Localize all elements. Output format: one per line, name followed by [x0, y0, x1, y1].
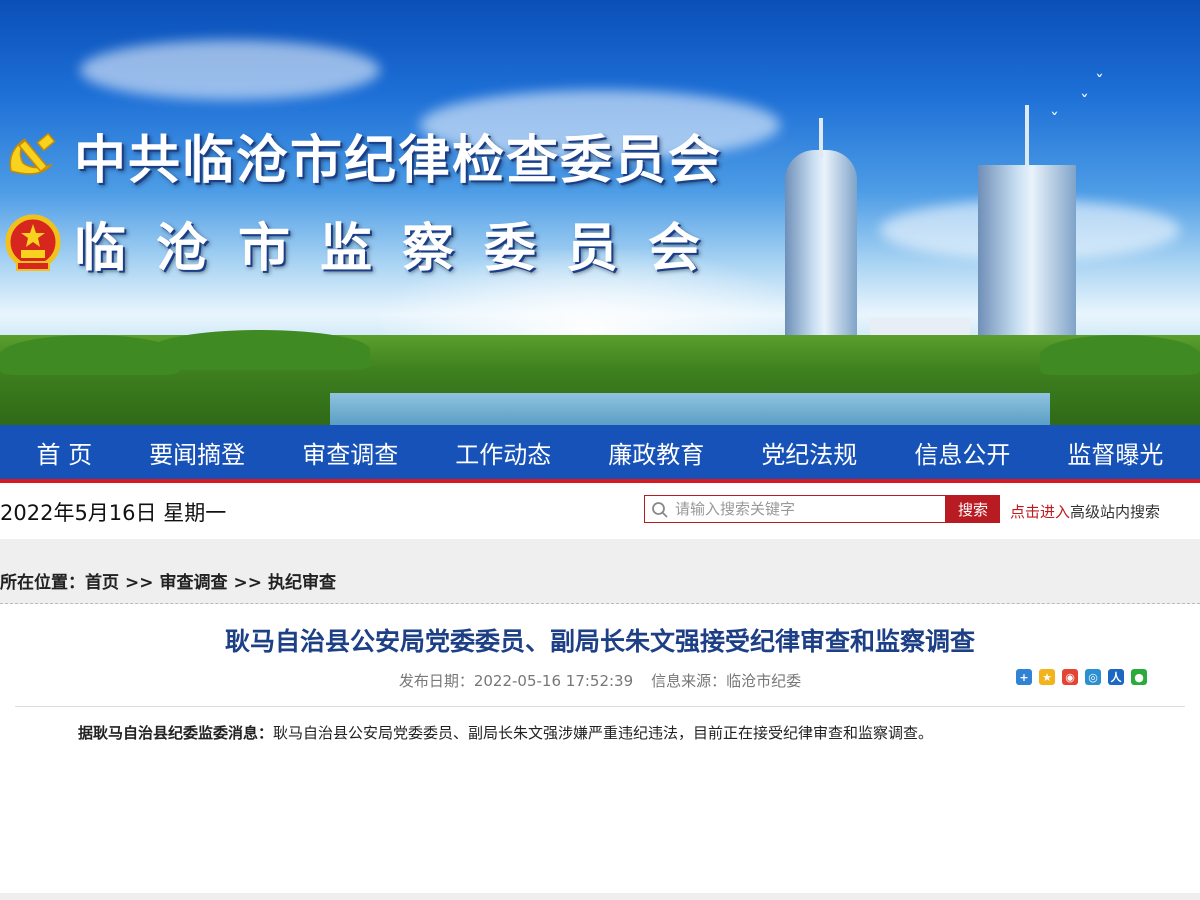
- tencent-weibo-icon[interactable]: ◎: [1085, 669, 1101, 685]
- breadcrumb-separator: >>: [125, 573, 154, 593]
- article-title: 耿马自治县公安局党委委员、副局长朱文强接受纪律审查和监察调查: [224, 627, 975, 656]
- footer-strip: [0, 893, 1200, 900]
- breadcrumb-home-link[interactable]: 首页: [85, 573, 119, 593]
- banner-title-line-2: 临沧市监察委员会: [74, 218, 731, 279]
- breadcrumb-separator: >>: [233, 573, 263, 593]
- search-input[interactable]: [675, 498, 940, 520]
- nav-item-home[interactable]: 首 页: [37, 435, 93, 470]
- tower-spire: [1025, 105, 1029, 167]
- advanced-search-enter-link[interactable]: 点击进入: [1010, 503, 1070, 521]
- banner-title-row-2: 临沧市监察委员会: [0, 206, 730, 281]
- banner-trees: [150, 330, 370, 370]
- banner-title-line-1: 中共临沧市纪律检查委员会: [74, 130, 723, 191]
- bird-icon: ˇ: [1050, 110, 1059, 131]
- article-body: 据耿马自治县纪委监委消息：耿马自治县公安局党委委员、副局长朱文强涉嫌严重违纪违法…: [78, 722, 933, 743]
- weibo-icon[interactable]: ◉: [1062, 669, 1078, 685]
- nav-item-info-disclosure[interactable]: 信息公开: [914, 435, 1010, 470]
- breadcrumb-label: 所在位置：: [0, 573, 85, 593]
- site-banner: ˇ ˇ ˇ 中共临沧市纪律检查委员会 临沧市监察委员会: [0, 0, 1200, 425]
- breadcrumb: 所在位置：首页 >> 审查调查 >> 执纪审查: [0, 568, 336, 593]
- info-source: 信息来源：临沧市纪委: [651, 672, 802, 690]
- article: 耿马自治县公安局党委委员、副局长朱文强接受纪律审查和监察调查 发布日期：2022…: [0, 604, 1200, 894]
- national-emblem-icon: [0, 211, 66, 277]
- banner-lake: [330, 393, 1050, 425]
- article-body-text: 耿马自治县公安局党委委员、副局长朱文强涉嫌严重违纪违法，目前正在接受纪律审查和监…: [273, 724, 934, 742]
- current-date: 2022年5月16日 星期一: [0, 501, 227, 525]
- article-lead: 据耿马自治县纪委监委消息：: [78, 724, 274, 742]
- renren-icon[interactable]: 人: [1108, 669, 1124, 685]
- nav-item-supervision-exposure[interactable]: 监督曝光: [1067, 435, 1163, 470]
- banner-title-row-1: 中共临沧市纪律检查委员会: [0, 118, 722, 193]
- nav-item-investigation[interactable]: 审查调查: [302, 435, 398, 470]
- nav-item-integrity-education[interactable]: 廉政教育: [608, 435, 704, 470]
- bird-icon: ˇ: [1080, 92, 1089, 113]
- share-more-icon[interactable]: +: [1016, 669, 1032, 685]
- search-icon: [652, 502, 668, 518]
- banner-trees: [1040, 335, 1200, 375]
- breadcrumb-investigation-link[interactable]: 审查调查: [160, 573, 228, 593]
- tower-building-left: [785, 150, 857, 365]
- wechat-icon[interactable]: ●: [1131, 669, 1147, 685]
- banner-cloud: [80, 40, 380, 100]
- nav-item-party-regulations[interactable]: 党纪法规: [761, 435, 857, 470]
- bird-icon: ˇ: [1095, 72, 1104, 93]
- breadcrumb-discipline-review-link[interactable]: 执纪审查: [268, 573, 336, 593]
- advanced-search-link: 点击进入高级站内搜索: [1010, 501, 1160, 522]
- breadcrumb-bar: 所在位置：首页 >> 审查调查 >> 执纪审查: [0, 539, 1200, 604]
- party-emblem-icon: [0, 123, 66, 189]
- tower-spire: [819, 118, 823, 158]
- nav-item-work-updates[interactable]: 工作动态: [455, 435, 551, 470]
- share-toolbar: + ★ ◉ ◎ 人 ●: [1016, 669, 1147, 685]
- info-bar: 2022年5月16日 星期一 搜索 点击进入高级站内搜索: [0, 483, 1200, 539]
- search-box: [644, 495, 946, 523]
- nav-item-news-digest[interactable]: 要闻摘登: [149, 435, 245, 470]
- search-button[interactable]: 搜索: [946, 495, 1000, 523]
- main-nav: 首 页 要闻摘登 审查调查 工作动态 廉政教育 党纪法规 信息公开 监督曝光: [0, 425, 1200, 483]
- qzone-icon[interactable]: ★: [1039, 669, 1055, 685]
- article-divider: [15, 706, 1185, 707]
- advanced-search-label: 高级站内搜索: [1070, 503, 1161, 521]
- publish-date: 发布日期：2022-05-16 17:52:39: [398, 672, 634, 690]
